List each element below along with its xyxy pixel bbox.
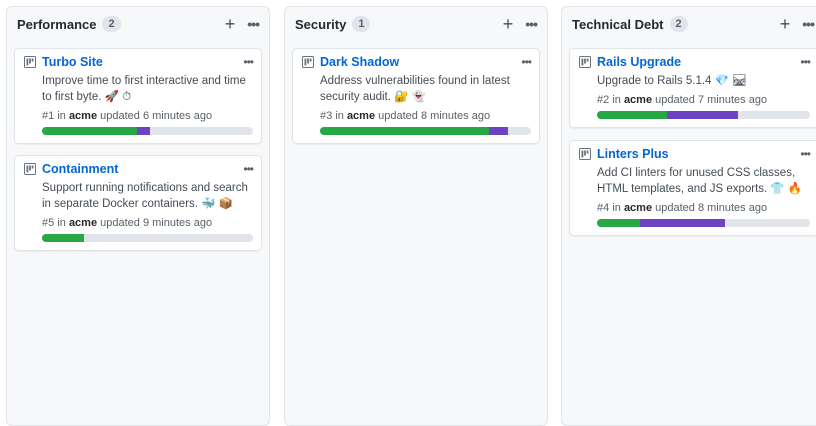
- card-title-link[interactable]: Turbo Site: [42, 55, 103, 69]
- progress-bar: [597, 219, 810, 227]
- progress-done: [320, 127, 489, 135]
- issue-number: #5: [42, 217, 55, 229]
- card-description: Support running notifications and search…: [42, 182, 248, 210]
- card-description: Add CI linters for unused CSS classes, H…: [597, 167, 803, 195]
- card-meta: #5 in acme updated 9 minutes ago: [42, 217, 253, 229]
- card-count-badge: 2: [669, 16, 688, 32]
- progress-in-progress: [488, 127, 508, 135]
- card-meta: #2 in acme updated 7 minutes ago: [597, 94, 810, 106]
- meta-in-text: in: [612, 94, 621, 106]
- progress-bar: [42, 234, 253, 242]
- card-title-link[interactable]: Linters Plus: [597, 147, 669, 161]
- meta-in-text: in: [335, 110, 344, 122]
- issue-number: #1: [42, 110, 55, 122]
- project-icon: [579, 56, 591, 68]
- progress-bar: [597, 111, 810, 119]
- card-menu-button[interactable]: •••: [800, 147, 811, 161]
- progress-in-progress: [639, 219, 725, 227]
- card-description: Upgrade to Rails 5.1.4 💎 🛤: [597, 75, 747, 87]
- meta-in-text: in: [57, 217, 66, 229]
- repo-name[interactable]: acme: [347, 110, 375, 122]
- project-icon: [579, 148, 591, 160]
- project-card-rails-upgrade[interactable]: Rails Upgrade ••• Upgrade to Rails 5.1.4…: [569, 48, 816, 128]
- updated-time: updated 8 minutes ago: [378, 110, 491, 122]
- issue-number: #3: [320, 110, 333, 122]
- progress-done: [597, 219, 640, 227]
- column-menu-button[interactable]: •••: [247, 16, 260, 32]
- column-performance: Performance 2 + ••• Turbo Site ••• Impro…: [6, 6, 270, 426]
- card-meta: #4 in acme updated 8 minutes ago: [597, 202, 810, 214]
- card-title-link[interactable]: Dark Shadow: [320, 55, 399, 69]
- updated-time: updated 7 minutes ago: [655, 94, 768, 106]
- add-card-button[interactable]: +: [225, 15, 236, 33]
- column-header: Technical Debt 2 + •••: [562, 7, 816, 41]
- card-meta: #3 in acme updated 8 minutes ago: [320, 110, 531, 122]
- card-meta: #1 in acme updated 6 minutes ago: [42, 110, 253, 122]
- progress-done: [597, 111, 668, 119]
- project-card-containment[interactable]: Containment ••• Support running notifica…: [14, 155, 262, 251]
- project-card-linters-plus[interactable]: Linters Plus ••• Add CI linters for unus…: [569, 140, 816, 236]
- repo-name[interactable]: acme: [69, 217, 97, 229]
- card-title-link[interactable]: Rails Upgrade: [597, 55, 681, 69]
- card-description: Improve time to first interactive and ti…: [42, 75, 246, 103]
- meta-in-text: in: [57, 110, 66, 122]
- updated-time: updated 6 minutes ago: [100, 110, 213, 122]
- progress-in-progress: [136, 127, 150, 135]
- column-menu-button[interactable]: •••: [525, 16, 538, 32]
- repo-name[interactable]: acme: [624, 202, 652, 214]
- progress-bar: [320, 127, 531, 135]
- add-card-button[interactable]: +: [780, 15, 791, 33]
- column-title: Performance: [17, 16, 97, 32]
- card-count-badge: 2: [102, 16, 121, 32]
- add-card-button[interactable]: +: [503, 15, 514, 33]
- card-menu-button[interactable]: •••: [800, 55, 811, 69]
- column-technical-debt: Technical Debt 2 + ••• Rails Upgrade •••…: [561, 6, 816, 426]
- card-count-badge: 1: [352, 16, 371, 32]
- project-icon: [24, 56, 36, 68]
- column-title: Technical Debt: [572, 16, 664, 32]
- card-title-link[interactable]: Containment: [42, 162, 118, 176]
- meta-in-text: in: [612, 202, 621, 214]
- column-header: Performance 2 + •••: [7, 7, 269, 41]
- project-card-turbo-site[interactable]: Turbo Site ••• Improve time to first int…: [14, 48, 262, 144]
- repo-name[interactable]: acme: [624, 94, 652, 106]
- project-icon: [302, 56, 314, 68]
- progress-done: [42, 127, 137, 135]
- project-card-dark-shadow[interactable]: Dark Shadow ••• Address vulnerabilities …: [292, 48, 540, 144]
- column-title: Security: [295, 16, 347, 32]
- updated-time: updated 9 minutes ago: [100, 217, 213, 229]
- progress-bar: [42, 127, 253, 135]
- column-menu-button[interactable]: •••: [802, 16, 815, 32]
- card-menu-button[interactable]: •••: [243, 162, 254, 176]
- progress-in-progress: [667, 111, 738, 119]
- updated-time: updated 8 minutes ago: [655, 202, 768, 214]
- issue-number: #4: [597, 202, 610, 214]
- card-menu-button[interactable]: •••: [521, 55, 532, 69]
- project-icon: [24, 163, 36, 175]
- progress-done: [42, 234, 85, 242]
- card-menu-button[interactable]: •••: [243, 55, 254, 69]
- repo-name[interactable]: acme: [69, 110, 97, 122]
- column-security: Security 1 + ••• Dark Shadow ••• Address…: [284, 6, 548, 426]
- issue-number: #2: [597, 94, 610, 106]
- column-header: Security 1 + •••: [285, 7, 547, 41]
- card-description: Address vulnerabilities found in latest …: [320, 75, 510, 103]
